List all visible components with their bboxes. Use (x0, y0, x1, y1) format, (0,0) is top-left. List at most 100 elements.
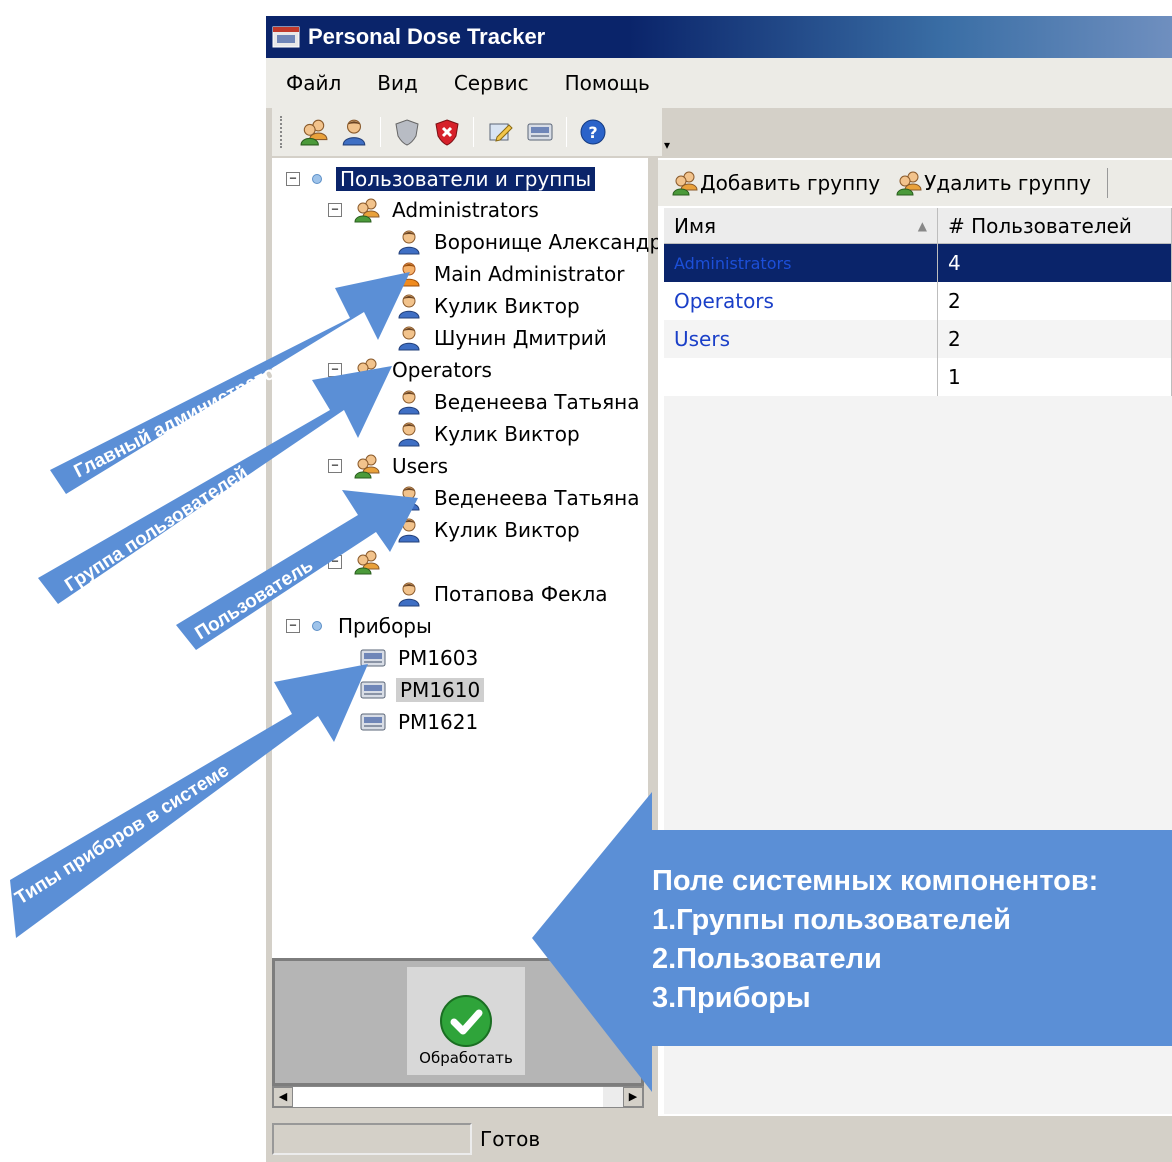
tree-label: PM1603 (398, 646, 479, 670)
add-group-label: Добавить группу (700, 171, 881, 195)
tree-user[interactable]: Веденеева Татьяна (396, 482, 642, 514)
cell-name[interactable]: Users (664, 320, 938, 358)
user-icon (396, 325, 422, 351)
toolbar-overflow-icon[interactable]: ▾ (664, 138, 670, 152)
tree-user-main-admin[interactable]: Main Administrator (396, 258, 626, 290)
collapse-icon[interactable]: − (328, 555, 342, 569)
tree-user[interactable]: Воронище Александр (396, 226, 664, 258)
edit-icon[interactable] (485, 117, 515, 147)
table-row[interactable]: Operators 2 (664, 282, 1172, 320)
tree-user[interactable]: Кулик Виктор (396, 514, 582, 546)
menu-bar: Файл Вид Сервис Помощь (266, 58, 1172, 108)
add-group-icon[interactable] (299, 117, 329, 147)
annotation-label: Группа пользователей (61, 462, 252, 596)
user-icon (396, 421, 422, 447)
tree-node-users-groups[interactable]: − Пользователи и группы (286, 163, 596, 195)
scroll-thumb[interactable] (293, 1087, 603, 1107)
shield-remove-icon[interactable] (432, 117, 462, 147)
tree-node-devices[interactable]: − Приборы (286, 610, 434, 642)
tree-device[interactable]: PM1603 (360, 642, 480, 674)
callout-item: 1.Группы пользователей (652, 904, 1011, 936)
tree-group-operators[interactable]: − Operators (328, 354, 494, 386)
annotation-label: Типы приборов в системе (12, 760, 233, 909)
menu-help[interactable]: Помощь (565, 71, 650, 95)
menu-service[interactable]: Сервис (454, 71, 529, 95)
help-icon[interactable]: ? (578, 117, 608, 147)
node-dot-icon (312, 621, 322, 631)
column-header-count[interactable]: # Пользователей (938, 208, 1172, 243)
tree-user[interactable]: Шунин Дмитрий (396, 322, 609, 354)
status-panel (272, 1123, 472, 1155)
tree-label: Шунин Дмитрий (434, 326, 607, 350)
main-toolbar: ? (272, 108, 662, 156)
collapse-icon[interactable]: − (286, 619, 300, 633)
collapse-icon[interactable]: − (328, 363, 342, 377)
remove-group-icon (896, 170, 922, 196)
tree-user[interactable]: Кулик Виктор (396, 290, 582, 322)
device-icon[interactable] (525, 117, 555, 147)
horizontal-scrollbar[interactable]: ◀ ▶ (272, 1086, 644, 1108)
cell-name[interactable]: Operators (664, 282, 938, 320)
table-header: Имя ▲ # Пользователей (664, 208, 1172, 244)
device-icon (360, 679, 386, 701)
tree-label: Приборы (338, 614, 432, 638)
tree-device[interactable]: PM1621 (360, 706, 480, 738)
tree-label: Кулик Виктор (434, 518, 580, 542)
toolbar-separator (566, 117, 567, 147)
menu-file[interactable]: Файл (286, 71, 341, 95)
tree-label: Кулик Виктор (434, 422, 580, 446)
table-row[interactable]: Users 2 (664, 320, 1172, 358)
action-panel: Обработать (272, 958, 644, 1086)
table-row[interactable]: Administrators 4 (664, 244, 1172, 282)
tree-label: Кулик Виктор (434, 294, 580, 318)
tree-group-administrators[interactable]: − Administrators (328, 194, 541, 226)
tree-user[interactable]: Кулик Виктор (396, 418, 582, 450)
user-icon (396, 229, 422, 255)
add-user-icon[interactable] (339, 117, 369, 147)
tree-user[interactable]: Потапова Фекла (396, 578, 610, 610)
tree-label: Потапова Фекла (434, 582, 608, 606)
svg-text:?: ? (588, 123, 597, 142)
title-bar: Personal Dose Tracker (266, 16, 1172, 58)
scroll-left-icon[interactable]: ◀ (273, 1087, 293, 1107)
tree-group-users[interactable]: − Users (328, 450, 450, 482)
app-icon (272, 25, 300, 49)
admin-user-icon (396, 261, 422, 287)
column-title: Имя (674, 213, 717, 238)
collapse-icon[interactable]: − (328, 203, 342, 217)
add-group-icon (672, 170, 698, 196)
group-icon (354, 453, 380, 479)
user-icon (396, 293, 422, 319)
groups-table: Имя ▲ # Пользователей Administrators 4 O… (664, 208, 1172, 396)
scroll-right-icon[interactable]: ▶ (623, 1087, 643, 1107)
tree-label: Users (392, 454, 449, 478)
annotation-callout-text: Поле системных компонентов: 1.Группы пол… (652, 862, 1098, 1018)
window-title: Personal Dose Tracker (308, 24, 546, 49)
tree-group-unnamed[interactable]: − (328, 546, 394, 578)
menu-view[interactable]: Вид (377, 71, 418, 95)
remove-group-button[interactable]: Удалить группу (896, 170, 1091, 196)
toolbar-separator (380, 117, 381, 147)
cell-name[interactable] (664, 358, 938, 396)
toolbar-grip[interactable] (280, 116, 284, 148)
tree-label: Main Administrator (434, 262, 625, 286)
shield-icon[interactable] (392, 117, 422, 147)
cell-name[interactable]: Administrators (664, 244, 938, 282)
collapse-icon[interactable]: − (286, 172, 300, 186)
device-icon (360, 711, 386, 733)
tree-label: Веденеева Татьяна (434, 486, 640, 510)
status-bar: Готов (266, 1116, 1172, 1162)
add-group-button[interactable]: Добавить группу (672, 170, 880, 196)
tree-device[interactable]: PM1610 (360, 674, 485, 706)
sort-asc-icon: ▲ (917, 218, 927, 233)
collapse-icon[interactable]: − (328, 459, 342, 473)
table-row[interactable]: 1 (664, 358, 1172, 396)
process-button[interactable]: Обработать (407, 967, 525, 1075)
cell-count: 1 (938, 358, 1172, 396)
cell-count: 4 (938, 244, 1172, 282)
tree-user[interactable]: Веденеева Татьяна (396, 386, 642, 418)
status-text: Готов (480, 1127, 541, 1151)
user-icon (396, 517, 422, 543)
callout-item: 2.Пользователи (652, 943, 882, 975)
column-header-name[interactable]: Имя ▲ (664, 208, 938, 243)
